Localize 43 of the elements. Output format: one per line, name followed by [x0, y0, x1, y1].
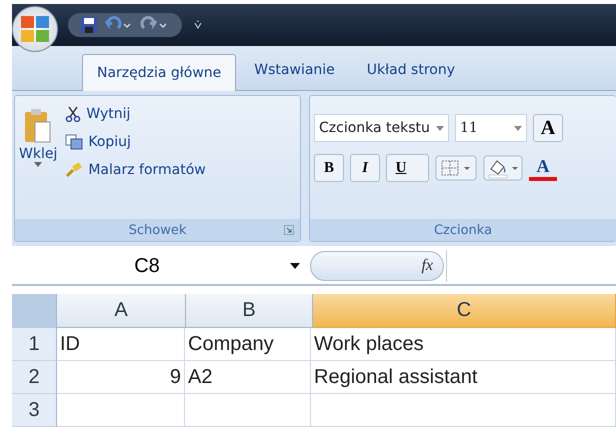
caret-icon: [436, 126, 444, 130]
bold-button[interactable]: B: [314, 154, 344, 182]
table-cell: ID: [57, 328, 185, 361]
office-button[interactable]: [12, 6, 58, 52]
column-header[interactable]: C: [313, 294, 616, 328]
paintbrush-icon: [65, 162, 84, 178]
caret-icon: [514, 126, 522, 130]
font-name-field[interactable]: Czcionka tekstu: [314, 114, 449, 142]
table-cell: Company: [185, 328, 311, 361]
borders-icon[interactable]: [435, 155, 477, 181]
copy-icon: [65, 134, 84, 150]
grow-font-button[interactable]: A: [533, 114, 563, 142]
column-header[interactable]: B: [186, 294, 313, 328]
font-size-field[interactable]: 11: [455, 114, 527, 142]
ribbon-tab[interactable]: Wstawianie: [240, 52, 349, 88]
save-icon[interactable]: [80, 16, 98, 34]
row-header[interactable]: 2: [12, 361, 57, 394]
fill-color-icon[interactable]: [483, 155, 523, 181]
customize-toolbar-icon[interactable]: ⩒: [194, 18, 202, 32]
scissors-icon: [65, 106, 82, 122]
clipboard-command[interactable]: Wytnij: [65, 102, 206, 126]
group-label: Schowek: [128, 222, 186, 238]
table-cell: Regional assistant: [311, 361, 616, 394]
ribbon-tab[interactable]: Układ strony: [352, 52, 470, 88]
table-cell: A2: [185, 361, 311, 394]
group-label: Czcionka: [434, 222, 492, 238]
name-box[interactable]: C8: [12, 254, 282, 278]
clipboard-command[interactable]: Kopiuj: [65, 130, 206, 154]
underline-button[interactable]: U: [386, 154, 429, 182]
ribbon-tab[interactable]: Narzędzia główne: [82, 54, 236, 91]
table-cell: Work places: [311, 328, 616, 361]
italic-button[interactable]: I: [350, 154, 380, 182]
row-header[interactable]: 3: [12, 394, 57, 427]
caret-icon: [34, 162, 42, 167]
row-header[interactable]: 1: [12, 328, 57, 361]
dialog-launcher-icon[interactable]: [284, 225, 294, 235]
column-header[interactable]: A: [57, 294, 186, 328]
insert-function-button[interactable]: fx: [310, 251, 444, 281]
caret-icon[interactable]: [290, 263, 300, 269]
table-cell: 9: [57, 361, 185, 394]
paste-button[interactable]: Wklej: [19, 102, 58, 213]
font-color-button[interactable]: A: [529, 155, 557, 181]
clipboard-command[interactable]: Malarz formatów: [65, 158, 206, 182]
